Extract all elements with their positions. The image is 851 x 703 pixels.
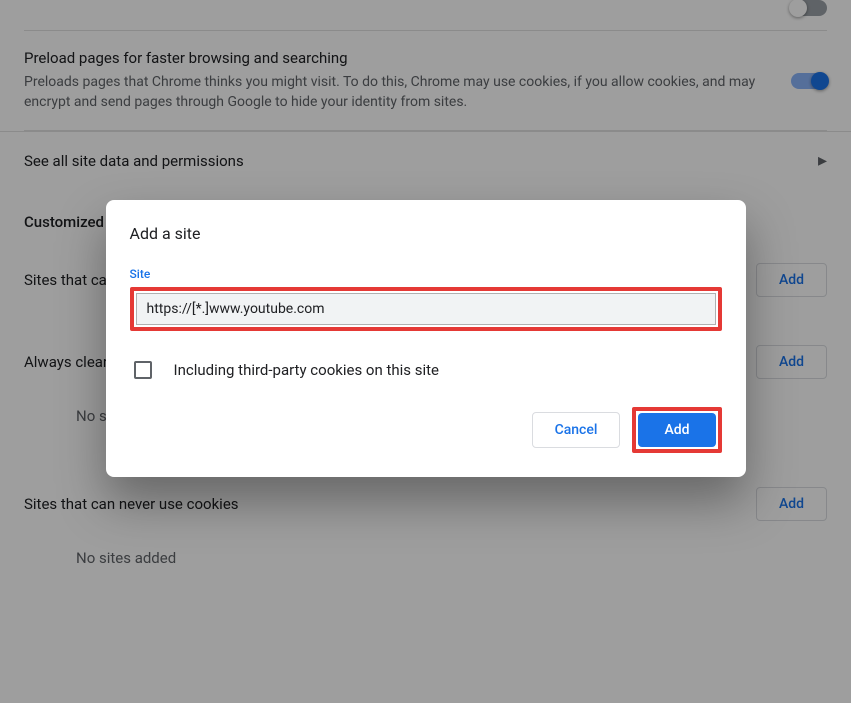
add-button[interactable]: Add — [638, 413, 715, 447]
dialog-title: Add a site — [130, 224, 722, 243]
site-field-label: Site — [130, 267, 722, 281]
third-party-row: Including third-party cookies on this si… — [130, 361, 722, 379]
site-input-highlight — [130, 287, 722, 331]
third-party-checkbox[interactable] — [134, 361, 152, 379]
site-input[interactable] — [136, 293, 716, 325]
third-party-label: Including third-party cookies on this si… — [174, 361, 440, 379]
add-button-highlight: Add — [632, 407, 721, 453]
cancel-button[interactable]: Cancel — [532, 412, 621, 448]
dialog-actions: Cancel Add — [130, 407, 722, 453]
add-site-dialog: Add a site Site Including third-party co… — [106, 200, 746, 477]
modal-scrim[interactable]: Add a site Site Including third-party co… — [0, 0, 851, 703]
settings-page: Preload pages for faster browsing and se… — [0, 0, 851, 703]
